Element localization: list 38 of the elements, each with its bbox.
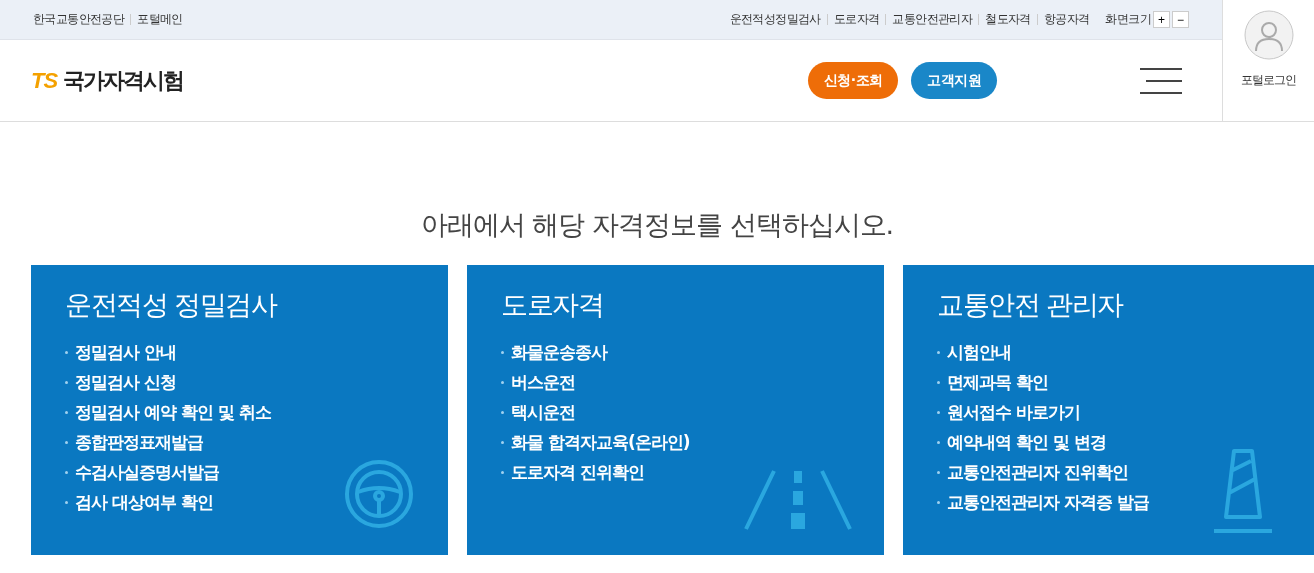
card-link[interactable]: 도로자격 진위확인 [501, 457, 884, 487]
card-link[interactable]: 버스운전 [501, 367, 884, 397]
card-title[interactable]: 운전적성 정밀검사 [65, 287, 448, 323]
utility-link[interactable]: 철도자격 [985, 11, 1031, 28]
card-title[interactable]: 도로자격 [501, 287, 884, 323]
card-link[interactable]: 예약내역 확인 및 변경 [937, 427, 1314, 457]
steering-wheel-icon [344, 459, 414, 529]
road-icon [744, 469, 852, 531]
page-heading: 아래에서 해당 자격정보를 선택하십시오. [419, 208, 895, 242]
header-button[interactable]: 신청·조회 [808, 62, 899, 99]
font-decrease-button[interactable]: − [1172, 11, 1189, 28]
card-link[interactable]: 종합판정표재발급 [65, 427, 448, 457]
utility-link[interactable]: 한국교통안전공단 [33, 11, 125, 28]
card-link[interactable]: 원서접수 바로가기 [937, 397, 1314, 427]
utility-link[interactable]: 교통안전관리자 [892, 11, 973, 28]
card-link[interactable]: 교통안전관리자 진위확인 [937, 457, 1314, 487]
portal-login-link[interactable]: 포털로그인 [1241, 72, 1296, 89]
card-link[interactable]: 정밀검사 예약 확인 및 취소 [65, 397, 448, 427]
utility-link[interactable]: 운전적성정밀검사 [729, 11, 821, 28]
utility-link[interactable]: 포털메인 [137, 11, 183, 28]
card-link[interactable]: 정밀검사 안내 [65, 337, 448, 367]
card-link[interactable]: 검사 대상여부 확인 [65, 487, 448, 517]
card-link[interactable]: 교통안전관리자 자격증 발급 [937, 487, 1314, 517]
font-increase-button[interactable]: + [1153, 11, 1170, 28]
card-link[interactable]: 정밀검사 신청 [65, 367, 448, 397]
card-link[interactable]: 수검사실증명서발급 [65, 457, 448, 487]
card-link[interactable]: 면제과목 확인 [937, 367, 1314, 397]
card-link[interactable]: 시험안내 [937, 337, 1314, 367]
menu-icon[interactable] [1140, 67, 1182, 94]
utility-link[interactable]: 도로자격 [833, 11, 880, 28]
card-link[interactable]: 화물운송종사 [501, 337, 884, 367]
font-size-label: 화면크기 [1105, 11, 1151, 28]
header-button[interactable]: 고객지원 [911, 62, 997, 99]
site-title[interactable]: 국가자격시험 [63, 65, 184, 96]
utility-link[interactable]: 항공자격 [1043, 11, 1090, 28]
card-link[interactable]: 화물 합격자교육(온라인) [501, 427, 884, 457]
card-link[interactable]: 택시운전 [501, 397, 884, 427]
card-title[interactable]: 교통안전 관리자 [937, 287, 1314, 323]
